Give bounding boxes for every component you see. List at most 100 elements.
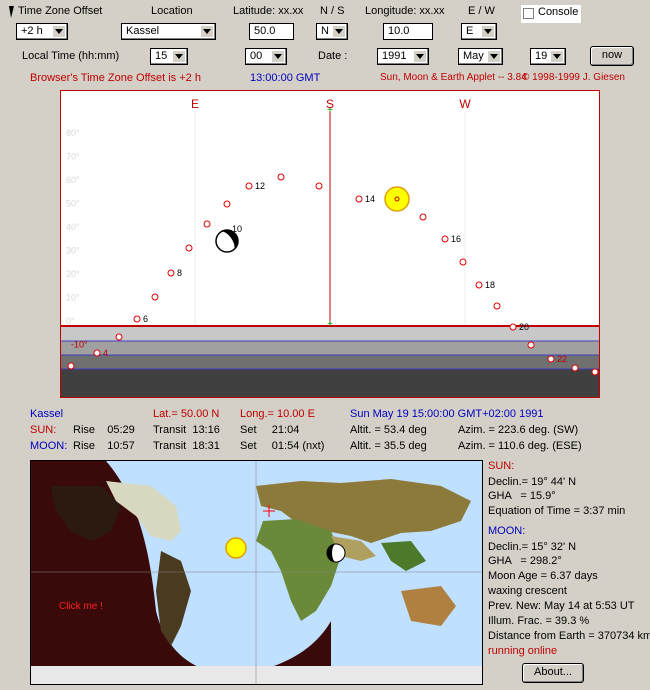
- altitude-label: 0°: [66, 316, 75, 326]
- moon-distance: Distance from Earth = 370734 km: [488, 630, 650, 642]
- twilight-band-3: [61, 355, 599, 369]
- hour-label: 18: [485, 280, 495, 290]
- sun-path-point: [133, 315, 141, 323]
- sun-marker: [384, 186, 410, 212]
- chevron-down-icon: [173, 51, 185, 62]
- datetime-text: Sun May 19 15:00:00 GMT+02:00 1991: [350, 408, 544, 420]
- moon-azimuth: Azim. = 110.6 deg. (ESE): [458, 440, 582, 452]
- sun-altitude: Altit. = 53.4 deg: [350, 424, 427, 436]
- hour-label: 8: [177, 268, 182, 278]
- tz-label: Time Zone Offset: [18, 5, 103, 17]
- location-label: Location: [151, 5, 193, 17]
- hour-label: 14: [365, 194, 375, 204]
- hour-label: 4: [103, 348, 108, 358]
- day-select[interactable]: 19: [530, 48, 566, 65]
- applet-text: Sun, Moon & Earth Applet -- 3.84: [380, 72, 527, 83]
- click-me-text[interactable]: Click me !: [59, 601, 103, 612]
- moon-subpoint-icon: [326, 543, 346, 563]
- chevron-down-icon: [53, 26, 65, 37]
- chevron-down-icon: [414, 51, 426, 62]
- previous-new-moon: Prev. New: May 14 at 5:53 UT: [488, 600, 635, 612]
- moon-age: Moon Age = 6.37 days: [488, 570, 598, 582]
- moon-gha: GHA = 298.2°: [488, 555, 562, 567]
- about-button[interactable]: About...: [522, 663, 584, 683]
- location-select[interactable]: Kassel: [121, 23, 216, 40]
- twilight-band-2: [61, 341, 599, 355]
- long-text: Long.= 10.00 E: [240, 408, 315, 420]
- minute-select[interactable]: 00: [245, 48, 287, 65]
- moon-altitude: Altit. = 35.5 deg: [350, 440, 427, 452]
- sun-path-point: [185, 244, 193, 252]
- sun-path-point: [93, 349, 101, 357]
- world-map-svg: [31, 461, 482, 684]
- longitude-input[interactable]: 10.0: [383, 23, 433, 40]
- sun-set: Set 21:04: [240, 424, 300, 436]
- latitude-label: Latitude: xx.xx: [233, 5, 304, 17]
- sky-chart[interactable]: + + 80° 70° 60° 50° 40° 30° 20° 10° 0° -10° ESW 4…: [60, 90, 600, 398]
- sun-path-point: [509, 323, 517, 331]
- direction-label: E: [191, 97, 199, 111]
- sun-path-point: [419, 213, 427, 221]
- sun-path-point: [591, 368, 599, 376]
- copyright-text: © 1998-1999 J. Giesen: [522, 72, 625, 83]
- hour-label: 20: [519, 322, 529, 332]
- chevron-down-icon: [333, 26, 345, 37]
- console-checkbox[interactable]: Console: [521, 5, 581, 23]
- moon-phase: waxing crescent: [488, 585, 567, 597]
- chevron-down-icon: [272, 51, 284, 62]
- sun-subpoint-icon: [225, 537, 247, 559]
- localtime-label: Local Time (hh:mm): [22, 50, 120, 62]
- console-checkbox-box[interactable]: [523, 8, 534, 19]
- moon-rise: Rise 10:57: [73, 440, 135, 452]
- browser-offset-text: Browser's Time Zone Offset is +2 h: [30, 72, 201, 84]
- sun-path-point: [67, 362, 75, 370]
- place-name: Kassel: [30, 408, 64, 420]
- sun-path-point: [527, 341, 535, 349]
- sun-transit: Transit 13:16: [153, 424, 220, 436]
- ns-select[interactable]: N: [316, 23, 348, 40]
- altitude-label: 60°: [66, 175, 80, 185]
- latitude-input[interactable]: 50.0: [249, 23, 294, 40]
- sun-path-point: [151, 293, 159, 301]
- sun-path-point: [277, 173, 285, 181]
- altitude-label: 70°: [66, 152, 80, 162]
- direction-label: W: [459, 97, 471, 111]
- sun-path-point: [547, 355, 555, 363]
- date-label: Date :: [318, 50, 348, 62]
- chevron-down-icon: [488, 51, 500, 62]
- year-select[interactable]: 1991: [377, 48, 429, 65]
- sun-path-point: [571, 364, 579, 372]
- moon-transit: Transit 18:31: [153, 440, 220, 452]
- chevron-down-icon: [551, 51, 563, 62]
- sun-path-point: [459, 258, 467, 266]
- direction-label: S: [326, 97, 334, 111]
- hour-label: 12: [255, 181, 265, 191]
- tz-select[interactable]: +2 h: [16, 23, 68, 40]
- hour-select[interactable]: 15: [150, 48, 188, 65]
- altitude-label: 30°: [66, 246, 80, 256]
- horizon-cross-marker: +: [327, 319, 333, 330]
- sun-path-point: [475, 281, 483, 289]
- now-button[interactable]: now: [590, 46, 634, 66]
- sun-path-point: [115, 333, 123, 341]
- equation-of-time: Equation of Time = 3:37 min: [488, 505, 626, 517]
- illumination-fraction: Illum. Frac. = 39.3 %: [488, 615, 590, 627]
- sky-chart-svg: + + 80°70°60°50°40°30°20°10°0°-10° ESW 4…: [61, 97, 599, 397]
- month-select[interactable]: May: [458, 48, 503, 65]
- sun-path-point: [203, 220, 211, 228]
- gmt-text: 13:00:00 GMT: [250, 72, 321, 84]
- sun-gha: GHA = 15.9°: [488, 490, 556, 502]
- moon-declination: Declin.= 15° 32' N: [488, 541, 577, 553]
- sun-path-point: [245, 182, 253, 190]
- altitude-label: -10°: [71, 340, 88, 350]
- altitude-label: 40°: [66, 222, 80, 232]
- world-map[interactable]: Click me !: [30, 460, 483, 685]
- ew-label: E / W: [468, 5, 495, 17]
- moon-info-title: MOON:: [488, 525, 526, 537]
- altitude-label: 10°: [66, 293, 80, 303]
- sun-path-point: [493, 302, 501, 310]
- moon-hour-label-10: 10: [232, 224, 242, 234]
- moon-set: Set 01:54 (nxt): [240, 440, 325, 452]
- ew-select[interactable]: E: [461, 23, 497, 40]
- ns-label: N / S: [320, 5, 345, 17]
